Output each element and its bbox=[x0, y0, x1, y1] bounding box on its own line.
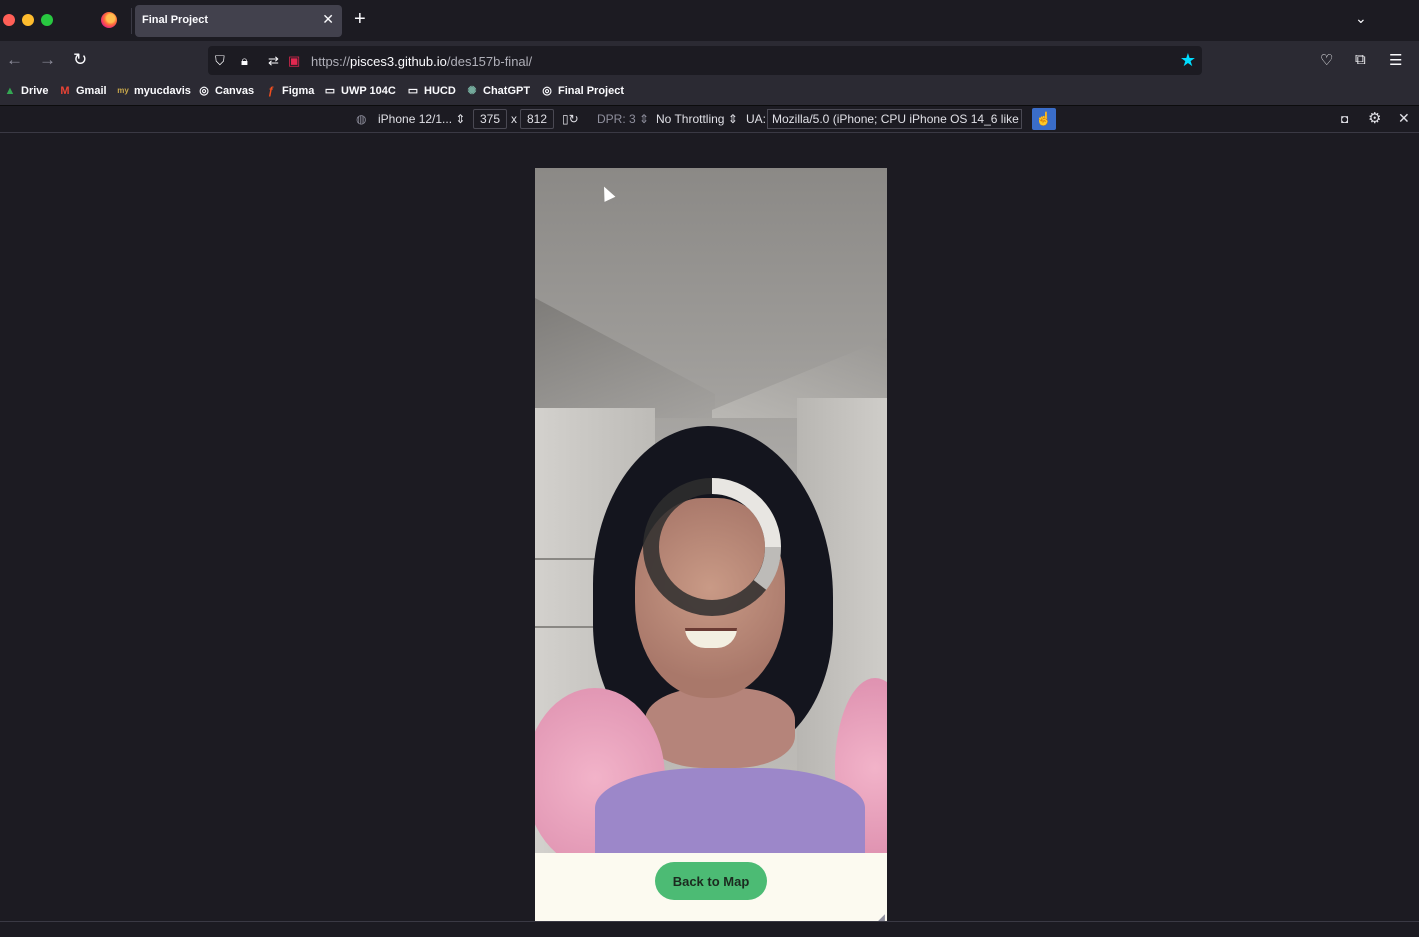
bookmark-label: Gmail bbox=[76, 85, 107, 97]
lock-icon[interactable]: 🔒︎ bbox=[241, 53, 248, 69]
url-path: /des157b-final/ bbox=[446, 54, 533, 69]
touch-simulation-icon[interactable]: ☝ bbox=[1032, 108, 1056, 130]
url-scheme: https:// bbox=[311, 54, 351, 69]
back-to-map-button[interactable]: Back to Map bbox=[655, 862, 767, 900]
device-icon: ◍ bbox=[356, 112, 367, 126]
bookmark-label: HUCD bbox=[424, 85, 456, 97]
user-agent-input[interactable]: Mozilla/5.0 (iPhone; CPU iPhone OS 14_6 … bbox=[767, 109, 1022, 129]
throttling-selector[interactable]: No Throttling ⇕ bbox=[656, 112, 738, 126]
tab-strip: Final Project ✕ + ⌄ bbox=[0, 0, 1419, 41]
url-bar[interactable]: ⛉ 🔒︎ ⇄ ▣ https://pisces3.github.io/des15… bbox=[208, 46, 1202, 75]
browser-window: Final Project ✕ + ⌄ ← → ↻ ⛉ 🔒︎ ⇄ ▣ https… bbox=[0, 0, 1419, 937]
responsive-design-toolbar: ◍ iPhone 12/1... ⇕ 375 x 812 ▯↻ DPR: 3 ⇕… bbox=[0, 105, 1419, 133]
tab-title: Final Project bbox=[142, 14, 209, 26]
page-footer: Back to Map bbox=[535, 853, 887, 921]
back-arrow-icon[interactable]: ← bbox=[6, 50, 23, 70]
minimize-window-button[interactable] bbox=[22, 14, 34, 26]
drive-icon: ▲ bbox=[4, 85, 16, 97]
folder-icon: ▭ bbox=[324, 85, 336, 97]
tab-final-project[interactable]: Final Project ✕ bbox=[135, 5, 342, 37]
url-host: pisces3.github.io bbox=[350, 54, 447, 69]
maximize-window-button[interactable] bbox=[41, 14, 53, 26]
window-bottom-edge bbox=[0, 921, 1419, 937]
shield-icon[interactable]: ⛉ bbox=[215, 53, 225, 69]
close-window-button[interactable] bbox=[3, 14, 15, 26]
bookmark-folder-uwp[interactable]: ▭ UWP 104C bbox=[324, 85, 396, 97]
camera-sharing-icon[interactable]: ▣ bbox=[288, 53, 300, 69]
close-tab-icon[interactable]: ✕ bbox=[322, 11, 334, 28]
bookmark-label: ChatGPT bbox=[483, 85, 531, 97]
bookmark-final-project[interactable]: ◎ Final Project bbox=[541, 85, 624, 97]
rotate-device-icon[interactable]: ▯↻ bbox=[562, 112, 579, 126]
forward-arrow-icon[interactable]: → bbox=[39, 50, 56, 70]
screenshot-icon[interactable]: ◘ bbox=[1341, 112, 1348, 126]
webcam-video bbox=[535, 168, 887, 853]
bookmark-folder-hucd[interactable]: ▭ HUCD bbox=[407, 85, 456, 97]
bookmark-label: Drive bbox=[21, 85, 49, 97]
globe-icon: ◎ bbox=[199, 85, 209, 97]
bookmarks-toolbar: ▲ Drive M Gmail my myucdavis ◎ Canvas ƒ … bbox=[0, 81, 1419, 105]
bookmark-label: Final Project bbox=[558, 85, 625, 97]
device-name: iPhone 12/1... bbox=[378, 112, 453, 126]
dimension-separator: x bbox=[511, 112, 517, 126]
bookmark-myucdavis[interactable]: my myucdavis bbox=[117, 85, 191, 97]
bookmark-star-icon[interactable]: ★ bbox=[1180, 50, 1196, 71]
hamburger-menu-icon[interactable]: ☰ bbox=[1389, 51, 1402, 69]
chatgpt-icon: ✺ bbox=[467, 85, 477, 97]
myucdavis-icon: my bbox=[117, 86, 129, 95]
bookmark-canvas[interactable]: ◎ Canvas bbox=[198, 85, 254, 97]
close-rdm-icon[interactable]: ✕ bbox=[1398, 110, 1410, 127]
bookmark-label: myucdavis bbox=[134, 85, 191, 97]
tab-divider bbox=[131, 8, 132, 34]
bookmark-label: Figma bbox=[282, 85, 315, 97]
dpr-selector[interactable]: DPR: 3 ⇕ bbox=[597, 112, 649, 126]
loading-spinner bbox=[643, 478, 782, 616]
firefox-view-icon[interactable] bbox=[101, 12, 117, 28]
bookmark-chatgpt[interactable]: ✺ ChatGPT bbox=[466, 85, 530, 97]
gmail-icon: M bbox=[60, 85, 70, 97]
video-background bbox=[535, 298, 715, 418]
list-tabs-icon[interactable]: ⌄ bbox=[1355, 10, 1367, 27]
url-text[interactable]: https://pisces3.github.io/des157b-final/ bbox=[311, 54, 532, 69]
dpr-value: DPR: 3 bbox=[597, 112, 636, 126]
figma-icon: ƒ bbox=[267, 85, 275, 97]
permissions-icon[interactable]: ⇄ bbox=[268, 53, 279, 69]
ua-label: UA: bbox=[746, 112, 767, 126]
person-neck bbox=[645, 688, 795, 768]
bookmark-label: UWP 104C bbox=[341, 85, 396, 97]
bookmark-label: Canvas bbox=[215, 85, 255, 97]
device-viewport: Back to Map bbox=[535, 168, 887, 921]
bookmark-gmail[interactable]: M Gmail bbox=[59, 85, 107, 97]
extensions-icon[interactable]: ⧉ bbox=[1355, 51, 1366, 68]
pocket-icon[interactable]: ♡ bbox=[1320, 51, 1333, 69]
new-tab-button[interactable]: + bbox=[354, 9, 366, 29]
navigation-toolbar: ← → ↻ ⛉ 🔒︎ ⇄ ▣ https://pisces3.github.io… bbox=[0, 41, 1419, 81]
person-shirt bbox=[595, 768, 865, 853]
reload-icon[interactable]: ↻ bbox=[73, 50, 87, 70]
viewport-width-input[interactable]: 375 bbox=[473, 109, 507, 129]
device-selector[interactable]: iPhone 12/1... ⇕ bbox=[378, 112, 465, 126]
throttling-value: No Throttling bbox=[656, 112, 725, 126]
settings-gear-icon[interactable]: ⚙ bbox=[1368, 109, 1381, 127]
viewport-height-input[interactable]: 812 bbox=[520, 109, 554, 129]
bookmark-drive[interactable]: ▲ Drive bbox=[4, 85, 49, 97]
globe-icon: ◎ bbox=[542, 85, 552, 97]
folder-icon: ▭ bbox=[407, 85, 419, 97]
bookmark-figma[interactable]: ƒ Figma bbox=[265, 85, 314, 97]
